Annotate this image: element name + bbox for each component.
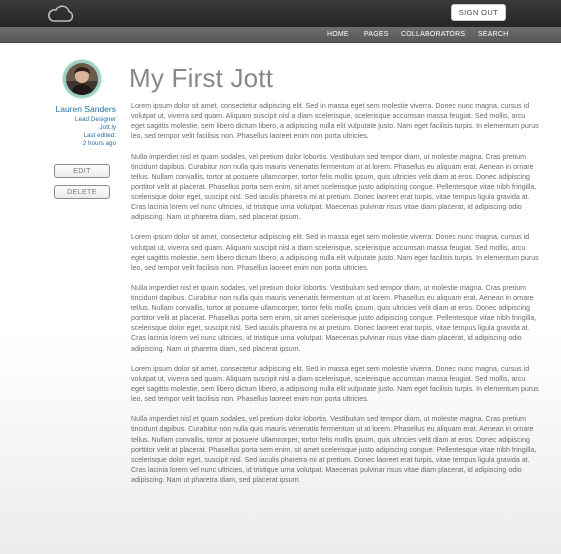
last-edited-value: 2 hours ago bbox=[82, 140, 116, 147]
last-edited-label: Last edited: bbox=[83, 132, 116, 139]
paragraph: Lorem ipsum dolor sit amet, consectetur … bbox=[131, 233, 539, 272]
author-role: Lead Designer bbox=[75, 116, 116, 123]
paragraph: Nulla imperdiet nisl et quam sodales, ve… bbox=[131, 415, 537, 484]
paragraph: Nulla imperdiet nisl et quam sodales, ve… bbox=[131, 152, 537, 222]
nav-item-pages[interactable]: PAGES bbox=[364, 31, 389, 38]
paragraph: Nulla imperdiet nisl et quam sodales, ve… bbox=[131, 283, 537, 353]
top-bar: SIGN OUT bbox=[0, 0, 561, 27]
page-content: Lorem ipsum dolor sit amet, consectetur … bbox=[131, 101, 541, 495]
paragraph: Lorem ipsum dolor sit amet, consectetur … bbox=[131, 102, 539, 141]
nav-bar: HOME PAGES COLLABORATORS SEARCH bbox=[0, 27, 561, 43]
avatar bbox=[63, 60, 101, 98]
paragraph: Lorem ipsum dolor sit amet, consectetur … bbox=[131, 364, 539, 404]
sign-out-button[interactable]: SIGN OUT bbox=[451, 4, 506, 21]
author-name[interactable]: Lauren Sanders bbox=[40, 104, 117, 114]
edit-button[interactable]: EDIT bbox=[54, 164, 110, 178]
nav-item-home[interactable]: HOME bbox=[327, 31, 349, 38]
author-company: Jott.ly bbox=[99, 124, 116, 131]
nav-item-collaborators[interactable]: COLLABORATORS bbox=[401, 31, 465, 38]
delete-button[interactable]: DELETE bbox=[54, 185, 110, 199]
nav-item-search[interactable]: SEARCH bbox=[478, 31, 508, 38]
user-avatar bbox=[66, 63, 98, 95]
cloud-icon[interactable] bbox=[46, 4, 76, 24]
page-title: My First Jott bbox=[129, 63, 274, 93]
